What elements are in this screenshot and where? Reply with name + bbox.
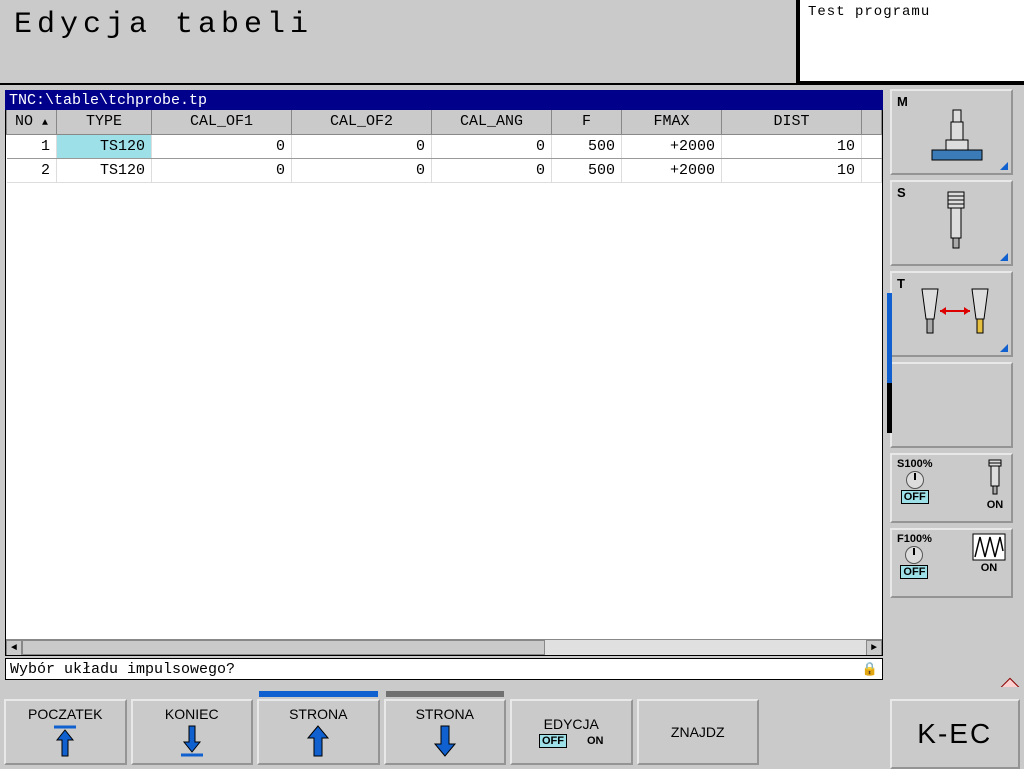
cell-type[interactable]: TS120: [57, 158, 152, 182]
cell-f[interactable]: 500: [552, 158, 622, 182]
softkey-label: STRONA: [289, 706, 347, 722]
side-button-s100[interactable]: S100% OFF ON: [890, 453, 1013, 523]
page-title: Edycja tabeli: [0, 0, 798, 83]
col-calof1[interactable]: CAL_OF1: [152, 110, 292, 134]
scroll-right-icon[interactable]: ►: [866, 640, 882, 656]
cell-type[interactable]: TS120: [57, 134, 152, 158]
expand-icon: [1000, 344, 1008, 352]
col-calof2[interactable]: CAL_OF2: [292, 110, 432, 134]
override-label: F100%: [897, 533, 932, 545]
col-calang[interactable]: CAL_ANG: [432, 110, 552, 134]
scroll-track[interactable]: [22, 640, 866, 655]
cell-fmax[interactable]: +2000: [622, 134, 722, 158]
file-path: TNC:\table\tchprobe.tp: [5, 90, 883, 110]
data-table[interactable]: NO ▲ TYPE CAL_OF1 CAL_OF2 CAL_ANG F FMAX…: [6, 110, 882, 183]
cell-calang[interactable]: 0: [432, 134, 552, 158]
col-no[interactable]: NO ▲: [7, 110, 57, 134]
feed-wave-icon: [972, 533, 1006, 561]
mode-indicator[interactable]: K-EC: [890, 699, 1020, 769]
cell-calof2[interactable]: 0: [292, 134, 432, 158]
cell-no[interactable]: 2: [7, 158, 57, 182]
table-row[interactable]: 1 TS120 0 0 0 500 +2000 10: [7, 134, 882, 158]
cell-calof1[interactable]: 0: [152, 158, 292, 182]
softkey-row: POCZATEK KONIEC STRONA STRONA: [0, 687, 1024, 769]
softkey-znajdz[interactable]: ZNAJDZ: [637, 699, 760, 765]
side-button-m[interactable]: M: [890, 89, 1013, 175]
softkey-indicator: [386, 691, 505, 697]
on-label: ON: [981, 562, 998, 574]
table-row[interactable]: 2 TS120 0 0 0 500 +2000 10: [7, 158, 882, 182]
expand-icon: [1000, 162, 1008, 170]
softkey-edycja[interactable]: EDYCJA OFF ON: [510, 699, 633, 765]
softkey-indicator: [639, 691, 758, 697]
softkey-label: STRONA: [416, 706, 474, 722]
col-f[interactable]: F: [552, 110, 622, 134]
scroll-thumb[interactable]: [22, 640, 545, 655]
softkey-indicator: [133, 691, 252, 697]
cell-dist[interactable]: 10: [722, 134, 862, 158]
spindle-icon: [936, 188, 976, 258]
cell-dist[interactable]: 10: [722, 158, 862, 182]
off-badge: OFF: [901, 490, 929, 504]
side-label: S: [897, 185, 906, 261]
softkey-poczatek[interactable]: POCZATEK: [4, 699, 127, 765]
expand-icon: [1000, 253, 1008, 261]
softkey-indicator: [6, 691, 125, 697]
side-button-t[interactable]: T: [890, 271, 1013, 357]
softkey-label: ZNAJDZ: [671, 724, 725, 740]
cell-calof2[interactable]: 0: [292, 158, 432, 182]
prompt-text: Wybór układu impulsowego?: [10, 661, 235, 678]
col-fmax[interactable]: FMAX: [622, 110, 722, 134]
softkey-label: KONIEC: [165, 706, 219, 722]
black-indicator: [887, 383, 892, 433]
side-button-f100[interactable]: F100% OFF ON: [890, 528, 1013, 598]
softkey-label: POCZATEK: [28, 706, 102, 722]
program-status: Test programu: [798, 0, 1024, 83]
softkey-strona-down[interactable]: STRONA: [384, 699, 507, 765]
dial-icon: [906, 471, 924, 489]
cell-calof1[interactable]: 0: [152, 134, 292, 158]
col-dist[interactable]: DIST: [722, 110, 862, 134]
machine-icon: [922, 102, 992, 162]
lock-icon: 🔒: [862, 662, 878, 677]
mode-label: K-EC: [917, 718, 992, 750]
softkey-indicator: [512, 691, 631, 697]
off-badge: OFF: [900, 565, 928, 579]
tool-change-icon: [910, 279, 1000, 349]
arrow-up-icon: [303, 724, 333, 758]
softkey-empty: [763, 691, 886, 765]
scroll-left-icon[interactable]: ◄: [6, 640, 22, 656]
dial-icon: [905, 546, 923, 564]
cell-no[interactable]: 1: [7, 134, 57, 158]
sort-asc-icon: ▲: [42, 118, 48, 129]
col-type[interactable]: TYPE: [57, 110, 152, 134]
cell-f[interactable]: 500: [552, 134, 622, 158]
side-button-s[interactable]: S: [890, 180, 1013, 266]
arrow-down-end-icon: [177, 724, 207, 758]
cell-fmax[interactable]: +2000: [622, 158, 722, 182]
arrow-down-icon: [430, 724, 460, 758]
blue-indicator: [887, 293, 892, 383]
on-label: ON: [987, 499, 1004, 511]
side-button-empty[interactable]: [890, 362, 1013, 448]
softkey-indicator-active: [259, 691, 378, 697]
side-label: T: [897, 276, 905, 352]
softkey-label: EDYCJA: [544, 716, 599, 732]
arrow-up-start-icon: [50, 724, 80, 758]
data-table-wrap: NO ▲ TYPE CAL_OF1 CAL_OF2 CAL_ANG F FMAX…: [5, 110, 883, 656]
off-badge: OFF: [539, 734, 567, 748]
softkey-strona-up[interactable]: STRONA: [257, 699, 380, 765]
softkey-koniec[interactable]: KONIEC: [131, 699, 254, 765]
cell-calang[interactable]: 0: [432, 158, 552, 182]
side-label: M: [897, 94, 908, 170]
prompt-bar: Wybór układu impulsowego? 🔒: [5, 658, 883, 680]
on-label: ON: [587, 735, 604, 747]
horizontal-scrollbar[interactable]: ◄ ►: [6, 639, 882, 655]
spindle-small-icon: [984, 458, 1006, 498]
override-label: S100%: [897, 458, 932, 470]
